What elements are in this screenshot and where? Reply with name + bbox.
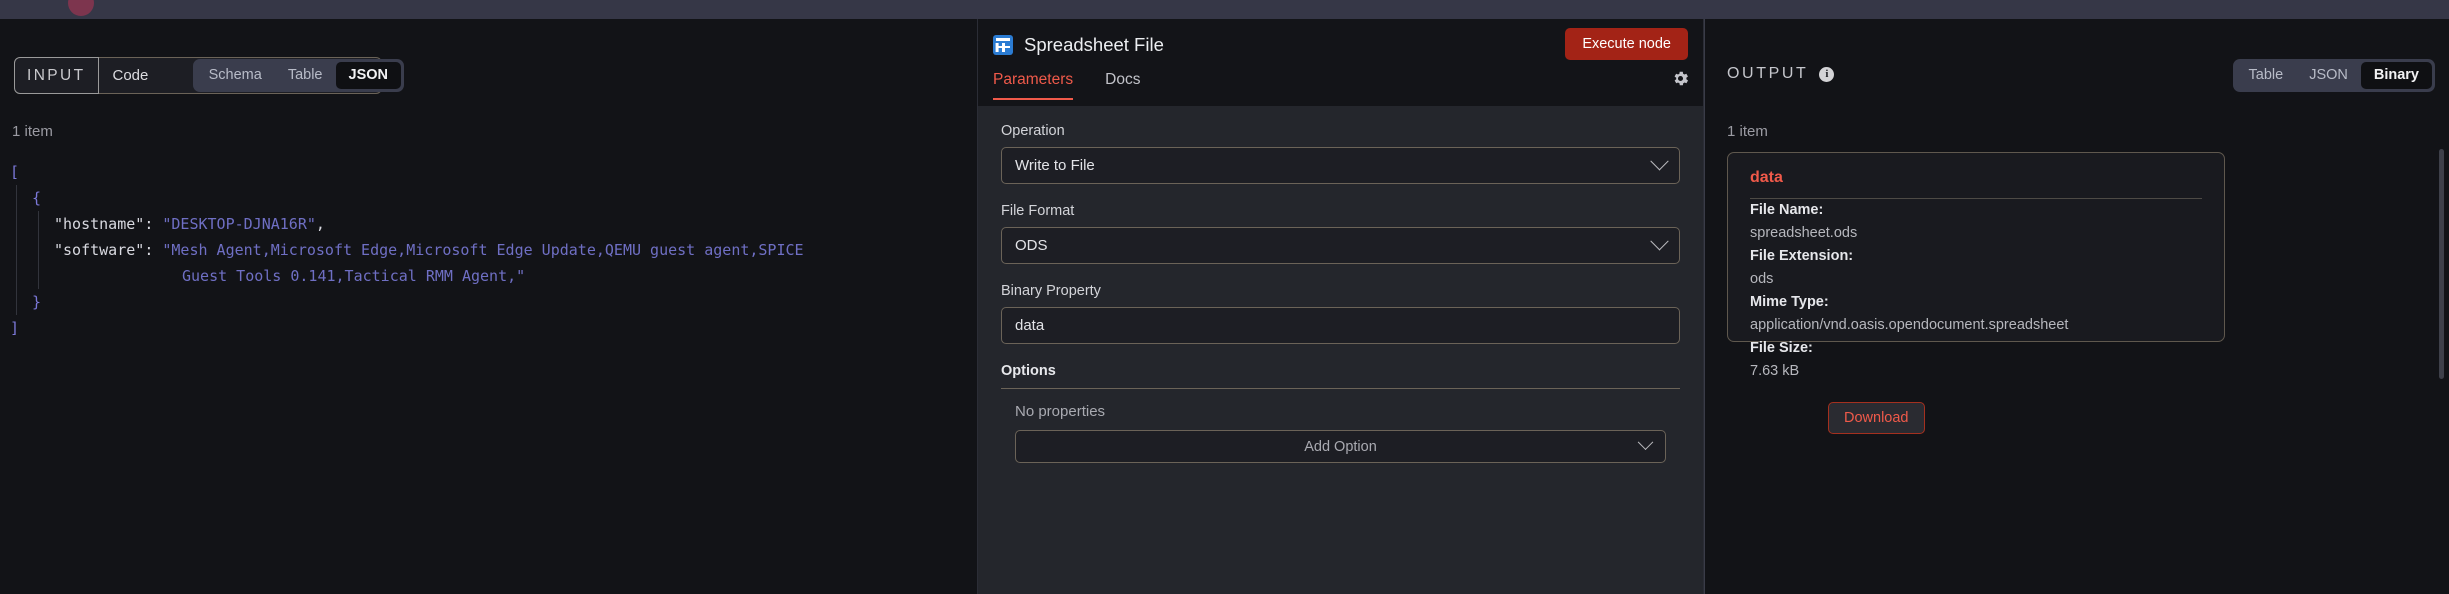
node-title: Spreadsheet File xyxy=(1024,34,1164,55)
spreadsheet-icon xyxy=(993,35,1013,55)
indent-guide xyxy=(16,211,17,237)
json-line: Guest Tools 0.141,Tactical RMM Agent," xyxy=(10,263,977,289)
gear-icon[interactable] xyxy=(1671,69,1690,88)
json-token-brace: [ xyxy=(10,163,20,181)
output-scrollbar[interactable] xyxy=(2439,149,2444,379)
binary-property-label: Binary Property xyxy=(1001,283,1101,299)
indent-guide xyxy=(38,263,39,289)
indent-guide xyxy=(16,185,17,211)
field-operation: Operation Write to File xyxy=(1001,123,1680,184)
chevron-down-icon xyxy=(1650,232,1669,251)
output-title: OUTPUT i xyxy=(1727,65,1835,83)
tab-docs[interactable]: Docs xyxy=(1105,71,1140,98)
json-token-brace: ] xyxy=(10,319,20,337)
json-token-punc: , xyxy=(315,215,325,233)
binary-card-rows: File Name: spreadsheet.ods File Extension:… xyxy=(1750,199,2202,383)
download-button[interactable]: Download xyxy=(1828,402,1925,434)
binary-row-value: application/vnd.oasis.opendocument.sprea… xyxy=(1750,317,2069,333)
file-format-label: File Format xyxy=(1001,203,1075,219)
indent-guide xyxy=(38,211,39,237)
json-line: } xyxy=(10,289,977,315)
input-json-viewer[interactable]: [{"hostname": "DESKTOP-DJNA16R", "softwar… xyxy=(0,159,977,594)
binary-row-value: ods xyxy=(1750,271,1774,287)
node-tab-bar: Parameters Docs xyxy=(978,69,1703,158)
json-token-punc: : xyxy=(144,215,163,233)
options-header: Options xyxy=(1001,363,1680,389)
file-format-value: ODS xyxy=(1015,237,1048,254)
input-badge-label: INPUT xyxy=(14,57,99,94)
json-line: "software": "Mesh Agent,Microsoft Edge,M… xyxy=(10,237,977,263)
json-line: "hostname": "DESKTOP-DJNA16R", xyxy=(10,211,977,237)
output-tab-json[interactable]: JSON xyxy=(2296,62,2361,89)
chevron-down-icon xyxy=(1650,152,1669,171)
output-tab-binary[interactable]: Binary xyxy=(2360,62,2432,89)
json-token-punc: : xyxy=(144,241,163,259)
input-tab-schema[interactable]: Schema xyxy=(196,62,275,89)
field-file-format: File Format ODS xyxy=(1001,203,1680,264)
binary-row-value: 7.63 kB xyxy=(1750,363,1800,379)
info-icon[interactable]: i xyxy=(1819,66,1835,82)
indent-guide xyxy=(16,263,17,289)
options-empty-text: No properties xyxy=(1015,403,1106,420)
chevron-down-icon xyxy=(1637,434,1654,451)
output-title-label: OUTPUT xyxy=(1727,65,1809,82)
binary-data-card: data File Name: spreadsheet.ods File Exten… xyxy=(1727,152,2225,434)
json-token-key: "hostname" xyxy=(54,215,145,233)
ndv-root: INPUT Code Schema Table JSON 1 item [ { "h… xyxy=(0,0,2449,594)
operation-label: Operation xyxy=(1001,123,1065,139)
input-panel-header: INPUT Code Schema Table JSON xyxy=(0,19,977,94)
node-details-panel: Spreadsheet File Execute node Parameters… xyxy=(977,19,1704,594)
binary-row-value: spreadsheet.ods xyxy=(1750,225,1858,241)
indent-guide xyxy=(38,237,39,263)
node-header: Spreadsheet File Execute node xyxy=(978,19,1703,71)
json-line: { xyxy=(10,185,977,211)
output-tab-table[interactable]: Table xyxy=(2236,62,2297,89)
field-binary-property: Binary Property data xyxy=(1001,283,1680,344)
file-format-select[interactable]: ODS xyxy=(1001,227,1680,264)
input-tab-json[interactable]: JSON xyxy=(335,62,401,89)
execute-node-button[interactable]: Execute node xyxy=(1565,28,1688,60)
json-token-str: "Mesh Agent,Microsoft Edge,Microsoft Edg… xyxy=(162,241,804,259)
indent-guide xyxy=(16,289,17,315)
binary-row-key: File Extension: xyxy=(1750,248,1854,264)
indent-guide xyxy=(16,237,17,263)
json-token-brace: } xyxy=(32,293,42,311)
binary-property-value: data xyxy=(1015,317,1045,334)
json-token-brace: { xyxy=(32,189,42,207)
binary-property-input[interactable]: data xyxy=(1001,307,1680,344)
json-token-str: "DESKTOP-DJNA16R" xyxy=(162,215,316,233)
output-panel-header: OUTPUT i Table JSON Binary xyxy=(1705,19,2449,92)
input-panel: INPUT Code Schema Table JSON 1 item [ { "h… xyxy=(0,19,977,594)
input-view-tabs: Schema Table JSON xyxy=(192,59,404,92)
input-source-value: Code xyxy=(112,67,149,84)
output-view-tabs: Table JSON Binary xyxy=(2232,59,2435,92)
output-panel: OUTPUT i Table JSON Binary 1 item data F… xyxy=(1704,19,2449,594)
json-token-str: Guest Tools 0.141,Tactical RMM Agent," xyxy=(182,267,526,285)
add-option-label: Add Option xyxy=(1304,438,1377,455)
binary-row-key: Mime Type: xyxy=(1750,294,1829,310)
json-token-key: "software" xyxy=(54,241,145,259)
canvas-node-dot xyxy=(68,0,94,16)
add-option-button[interactable]: Add Option xyxy=(1015,430,1666,463)
operation-select[interactable]: Write to File xyxy=(1001,147,1680,184)
input-tab-table[interactable]: Table xyxy=(275,62,336,89)
node-parameters-body: Operation Write to File File Format ODS … xyxy=(978,106,1703,594)
tab-parameters[interactable]: Parameters xyxy=(993,71,1074,100)
input-item-count: 1 item xyxy=(12,123,53,140)
output-item-count: 1 item xyxy=(1727,123,1768,140)
canvas-backdrop xyxy=(0,0,2449,19)
binary-row-key: File Name: xyxy=(1750,202,1824,218)
operation-value: Write to File xyxy=(1015,157,1095,174)
binary-card-title: data xyxy=(1750,169,2202,199)
json-line: ] xyxy=(10,315,977,341)
json-line: [ xyxy=(10,159,977,185)
binary-row-key: File Size: xyxy=(1750,340,1813,356)
